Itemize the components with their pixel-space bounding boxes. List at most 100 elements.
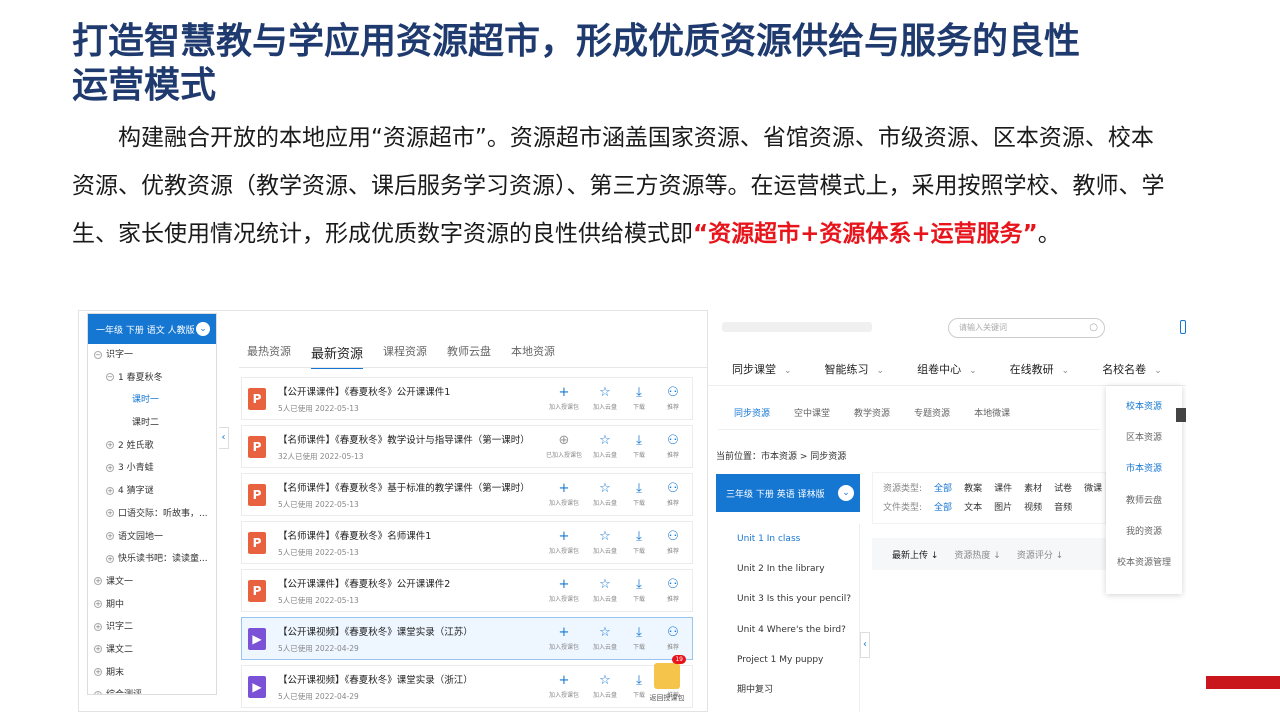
resource-row[interactable]: P 【名师课件】《春夏秋冬》教学设计与指导课件（第一课时） 32人已使用 2022-…: [241, 425, 693, 468]
tree-item[interactable]: + 课文二: [88, 639, 216, 662]
tree-item[interactable]: − 识字一: [88, 344, 216, 367]
expand-icon[interactable]: +: [106, 441, 114, 450]
sub-tab[interactable]: 教学资源: [854, 406, 890, 419]
tab-4[interactable]: 本地资源: [511, 341, 555, 369]
return-basket-button[interactable]: 19 返回授课包: [647, 655, 687, 703]
recommend-button[interactable]: ⚇ 推荐: [660, 530, 686, 556]
tree-item[interactable]: + 识字二: [88, 616, 216, 639]
expand-icon[interactable]: +: [106, 554, 114, 563]
add-to-package-button[interactable]: ⊕ 已加入授课包: [544, 434, 584, 460]
expand-icon[interactable]: +: [94, 690, 102, 694]
unit-item[interactable]: Unit 1 In class: [716, 524, 859, 554]
dropdown-item[interactable]: 校本资源管理: [1106, 552, 1182, 583]
download-button[interactable]: ⤓ 下载: [626, 530, 652, 556]
dropdown-item[interactable]: 校本资源: [1106, 396, 1182, 427]
tree-item[interactable]: + 综合测评: [88, 684, 216, 694]
unit-item[interactable]: 期中复习: [716, 675, 859, 705]
tree-item[interactable]: + 课文一: [88, 571, 216, 594]
recommend-button[interactable]: ⚇ 推荐: [660, 434, 686, 460]
resource-row[interactable]: ▶ 【公开课视频】《春夏秋冬》课堂实录（江苏） 5人已使用 2022-04-29 + 加…: [241, 617, 693, 660]
unit-item[interactable]: Unit 2 In the library: [716, 554, 859, 584]
add-to-package-button[interactable]: + 加入授课包: [544, 482, 584, 508]
add-to-cloud-button[interactable]: ☆ 加入云盘: [592, 578, 618, 604]
recommend-button[interactable]: ⚇ 推荐: [660, 482, 686, 508]
download-button[interactable]: ⤓ 下载: [626, 482, 652, 508]
tree-item[interactable]: +2 姓氏歌: [88, 435, 216, 458]
expand-icon[interactable]: +: [94, 622, 102, 631]
collapse-icon[interactable]: −: [94, 350, 102, 359]
collapse-sidebar-button[interactable]: ‹: [219, 427, 229, 449]
resource-name[interactable]: 【公开课课件】《春夏秋冬》公开课课件2: [278, 576, 544, 590]
filter-option[interactable]: 课件: [994, 481, 1012, 494]
resource-name[interactable]: 【公开课课件】《春夏秋冬》公开课课件1: [278, 384, 544, 398]
filter-option[interactable]: 试卷: [1054, 481, 1072, 494]
tree-item[interactable]: 课时二: [88, 412, 216, 435]
unit-item[interactable]: Unit 4 Where's the bird?: [716, 615, 859, 645]
nav-item[interactable]: 名校名卷 ⌄: [1078, 361, 1171, 377]
tree-item[interactable]: 课时一: [88, 389, 216, 412]
filter-option[interactable]: 教案: [964, 481, 982, 494]
filter-option[interactable]: 素材: [1024, 481, 1042, 494]
filter-option[interactable]: 微课: [1084, 481, 1102, 494]
tree-item[interactable]: + 期中: [88, 594, 216, 617]
resource-row[interactable]: ▶ 【公开课视频】《春夏秋冬》课堂实录（浙江） 5人已使用 2022-04-29 + 加…: [241, 665, 693, 708]
expand-icon[interactable]: +: [94, 668, 102, 677]
nav-item[interactable]: 在线教研 ⌄: [986, 361, 1079, 377]
tree-item[interactable]: + 口语交际：听故事，...: [88, 503, 216, 526]
tree-item[interactable]: + 期末: [88, 662, 216, 685]
search-input[interactable]: 请输入关键词 ○: [948, 318, 1105, 338]
recommend-button[interactable]: ⚇ 推荐: [660, 386, 686, 412]
nav-item[interactable]: 本地资源⌃: [1171, 361, 1186, 377]
filter-option[interactable]: 全部: [934, 481, 952, 494]
dropdown-item[interactable]: 区本资源: [1106, 427, 1182, 458]
expand-icon[interactable]: +: [94, 577, 102, 586]
download-button[interactable]: ⤓ 下载: [626, 386, 652, 412]
add-to-cloud-button[interactable]: ☆ 加入云盘: [592, 386, 618, 412]
add-to-cloud-button[interactable]: ☆ 加入云盘: [592, 434, 618, 460]
sub-tab[interactable]: 空中课堂: [794, 406, 830, 419]
sort-option[interactable]: 资源评分 ↓: [1017, 548, 1063, 561]
sub-tab[interactable]: 本地微课: [974, 406, 1010, 419]
recommend-button[interactable]: ⚇ 推荐: [660, 578, 686, 604]
resource-row[interactable]: P 【公开课课件】《春夏秋冬》公开课课件2 5人已使用 2022-05-13 + 加入授…: [241, 569, 693, 612]
add-to-cloud-button[interactable]: ☆ 加入云盘: [592, 530, 618, 556]
sort-option[interactable]: 资源热度 ↓: [954, 548, 1000, 561]
add-to-package-button[interactable]: + 加入授课包: [544, 578, 584, 604]
sub-tab[interactable]: 同步资源: [734, 406, 770, 419]
tree-item[interactable]: −1 春夏秋冬: [88, 367, 216, 390]
nav-item[interactable]: 组卷中心 ⌄: [893, 361, 986, 377]
expand-icon[interactable]: +: [94, 600, 102, 609]
textbook-select[interactable]: 一年级 下册 语文 人教版 ⌄: [88, 314, 216, 344]
filter-option[interactable]: 音频: [1054, 500, 1072, 513]
resource-name[interactable]: 【公开课视频】《春夏秋冬》课堂实录（江苏）: [278, 624, 544, 638]
download-button[interactable]: ⤓ 下载: [626, 578, 652, 604]
expand-icon[interactable]: +: [94, 645, 102, 654]
tree-item[interactable]: + 快乐读书吧：读读童...: [88, 548, 216, 571]
add-to-package-button[interactable]: + 加入授课包: [544, 530, 584, 556]
collapse-unit-list-button[interactable]: ‹: [860, 632, 870, 658]
grade-select[interactable]: 三年级 下册 英语 译林版 ⌄: [716, 474, 860, 512]
download-button[interactable]: ⤓ 下载: [626, 626, 652, 652]
expand-icon[interactable]: +: [106, 509, 114, 518]
dropdown-item[interactable]: 市本资源: [1106, 458, 1182, 489]
filter-option[interactable]: 全部: [934, 500, 952, 513]
unit-item[interactable]: Unit 3 Is this your pencil?: [716, 584, 859, 614]
add-to-cloud-button[interactable]: ☆ 加入云盘: [592, 482, 618, 508]
sort-option[interactable]: 最新上传 ↓: [892, 548, 938, 561]
filter-option[interactable]: 视频: [1024, 500, 1042, 513]
tree-item[interactable]: +4 猜字谜: [88, 480, 216, 503]
recommend-button[interactable]: ⚇ 推荐: [660, 626, 686, 652]
dropdown-item[interactable]: 我的资源: [1106, 521, 1182, 552]
nav-item[interactable]: 智能练习 ⌄: [801, 361, 894, 377]
expand-icon[interactable]: +: [106, 532, 114, 540]
tree-item[interactable]: +3 小青蛙: [88, 457, 216, 480]
sub-tab[interactable]: 专题资源: [914, 406, 950, 419]
tab-0[interactable]: 最热资源: [247, 341, 291, 369]
add-to-cloud-button[interactable]: ☆ 加入云盘: [592, 674, 618, 700]
resource-name[interactable]: 【名师课件】《春夏秋冬》名师课件1: [278, 528, 544, 542]
search-icon[interactable]: ○: [1089, 319, 1098, 337]
tab-2[interactable]: 课程资源: [383, 341, 427, 369]
tab-1[interactable]: 最新资源: [311, 341, 364, 369]
add-to-package-button[interactable]: + 加入授课包: [544, 674, 584, 700]
dropdown-item[interactable]: 教师云盘: [1106, 490, 1182, 521]
